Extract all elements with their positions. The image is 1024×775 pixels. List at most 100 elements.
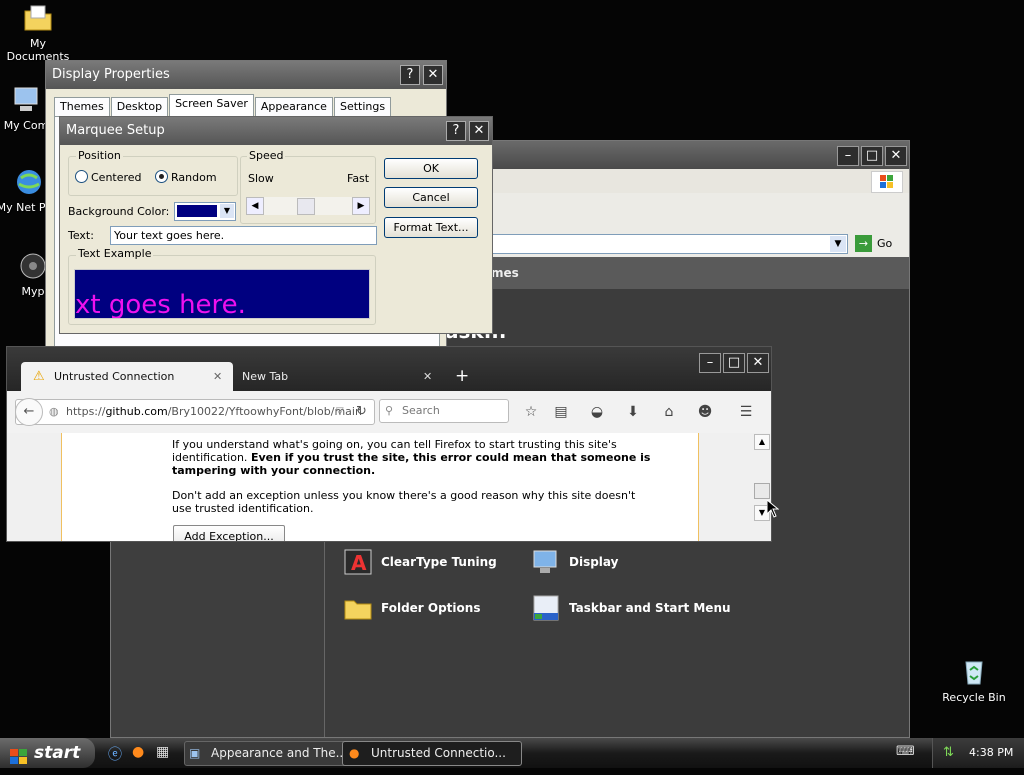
control-panel-item-taskbar[interactable]: Taskbar and Start Menu	[531, 593, 731, 623]
scroll-up-icon[interactable]: ▲	[754, 434, 770, 450]
computer-icon	[10, 84, 42, 116]
control-panel-item-label: Taskbar and Start Menu	[569, 601, 731, 615]
speed-slider[interactable]: ◀ ▶	[246, 197, 370, 215]
category-header-text: mes	[491, 266, 519, 280]
network-globe-icon	[13, 166, 45, 198]
scroll-thumb[interactable]	[754, 483, 770, 499]
centered-label: Centered	[91, 171, 142, 184]
keyboard-icon[interactable]: ⌨	[896, 744, 915, 759]
hello-icon[interactable]: ☻	[696, 403, 714, 421]
close-button[interactable]: ✕	[885, 146, 907, 166]
quicklaunch-media-icon[interactable]: ▦	[156, 744, 169, 760]
desktop-icon-my-documents[interactable]: My Documents	[0, 2, 78, 63]
page-content: If you understand what's going on, you c…	[7, 433, 771, 541]
error-page: If you understand what's going on, you c…	[61, 433, 699, 541]
tab-untrusted-connection[interactable]: ⚠ Untrusted Connection ✕	[21, 362, 233, 391]
recycle-bin-icon	[958, 656, 990, 688]
tab-themes[interactable]: Themes	[54, 97, 110, 118]
add-exception-button[interactable]: Add Exception...	[173, 525, 285, 541]
dropdown-arrow-icon[interactable]: ▽	[336, 400, 344, 424]
system-tray: ⇅ 4:38 PM	[932, 738, 1024, 768]
navigation-bar: ← ◍ https://github.com/Bry10022/Yftoowhy…	[7, 391, 771, 434]
desktop-icon-recycle-bin[interactable]: Recycle Bin	[934, 656, 1014, 704]
search-input[interactable]: ⚲ Search	[379, 399, 509, 423]
text-example-label: Text Example	[76, 247, 154, 260]
download-icon[interactable]: ⬇	[624, 403, 642, 421]
close-tab-icon[interactable]: ✕	[423, 362, 432, 391]
windows-logo-icon	[871, 171, 903, 193]
tab-new-tab[interactable]: New Tab ✕	[237, 362, 437, 391]
display-properties-titlebar[interactable]: Display Properties ? ✕	[46, 61, 446, 89]
warning-icon: ⚠	[33, 369, 45, 384]
bg-color-picker[interactable]: ▼	[174, 202, 236, 221]
clock[interactable]: 4:38 PM	[969, 738, 1013, 768]
centered-radio[interactable]: Centered	[75, 170, 142, 184]
tab-desktop[interactable]: Desktop	[110, 97, 169, 118]
format-text-button[interactable]: Format Text...	[384, 217, 478, 238]
random-radio[interactable]: Random	[155, 170, 217, 184]
tab-label: Untrusted Connection	[54, 370, 175, 383]
chevron-down-icon[interactable]: ▼	[220, 204, 234, 218]
cleartype-icon: A	[343, 547, 373, 577]
new-tab-plus-icon[interactable]: +	[455, 362, 469, 391]
menu-icon[interactable]: ☰	[737, 403, 755, 421]
color-swatch	[177, 205, 217, 217]
url-bar[interactable]: ← ◍ https://github.com/Bry10022/Yftoowhy…	[15, 398, 375, 426]
speed-label: Speed	[247, 149, 286, 162]
control-panel-item-cleartype[interactable]: A ClearType Tuning	[343, 547, 497, 577]
display-icon	[531, 547, 561, 577]
cancel-button[interactable]: Cancel	[384, 187, 478, 208]
fast-label: Fast	[347, 172, 370, 185]
marquee-setup-titlebar[interactable]: Marquee Setup ? ✕	[60, 117, 492, 145]
start-button[interactable]: start	[0, 738, 95, 768]
windows-flag-icon	[10, 745, 28, 775]
bookmark-star-icon[interactable]: ☆	[522, 403, 540, 421]
tab-strip: Themes Desktop Screen Saver Appearance S…	[54, 94, 392, 118]
chevron-down-icon[interactable]: ▼	[830, 236, 846, 252]
vertical-scrollbar[interactable]: ▲ ▼	[753, 433, 770, 541]
tab-screen-saver[interactable]: Screen Saver	[169, 94, 254, 118]
slider-thumb[interactable]	[297, 198, 315, 215]
maximize-button[interactable]: □	[723, 353, 745, 373]
tab-label: New Tab	[242, 370, 289, 383]
url-path: /Bry10022/YftoowhyFont/blob/main	[167, 405, 362, 418]
control-panel-item-folder-options[interactable]: Folder Options	[343, 593, 480, 623]
reload-icon[interactable]: ↻	[356, 400, 367, 424]
taskbar: start ⓔ ● ▦ ▣ Appearance and The... ● Un…	[0, 738, 1024, 768]
start-label: start	[34, 743, 81, 763]
task-label: Appearance and The...	[211, 746, 348, 760]
quicklaunch-firefox-icon[interactable]: ●	[132, 744, 144, 760]
text-label: Text:	[68, 229, 94, 242]
close-button[interactable]: ✕	[747, 353, 769, 373]
minimize-button[interactable]: –	[837, 146, 859, 166]
reading-list-icon[interactable]: ▤	[552, 403, 570, 421]
help-button[interactable]: ?	[400, 65, 420, 85]
go-button[interactable]: → Go	[855, 235, 892, 252]
close-button[interactable]: ✕	[423, 65, 443, 85]
help-button[interactable]: ?	[446, 121, 466, 141]
maximize-button[interactable]: □	[861, 146, 883, 166]
close-button[interactable]: ✕	[469, 121, 489, 141]
scroll-left-icon[interactable]: ◀	[246, 197, 264, 215]
taskbar-button-appearance[interactable]: ▣ Appearance and The...	[184, 741, 358, 766]
tab-appearance[interactable]: Appearance	[254, 97, 333, 118]
minimize-button[interactable]: –	[699, 353, 721, 373]
tab-settings[interactable]: Settings	[333, 97, 392, 118]
marquee-setup-dialog: Marquee Setup ? ✕ Position Centered Rand…	[59, 116, 493, 334]
control-panel-item-label: Folder Options	[381, 601, 481, 615]
control-panel-item-display[interactable]: Display	[531, 547, 618, 577]
pocket-icon[interactable]: ◒	[588, 403, 606, 421]
slow-label: Slow	[248, 172, 274, 185]
ok-button[interactable]: OK	[384, 158, 478, 179]
close-tab-icon[interactable]: ✕	[213, 362, 222, 391]
home-icon[interactable]: ⌂	[660, 403, 678, 421]
radio-indicator	[155, 170, 168, 183]
quicklaunch-ie-icon[interactable]: ⓔ	[108, 744, 122, 764]
scroll-right-icon[interactable]: ▶	[352, 197, 370, 215]
tab-strip: ⚠ Untrusted Connection ✕ New Tab ✕ + – □…	[7, 347, 771, 391]
network-tray-icon[interactable]: ⇅	[943, 738, 954, 768]
marquee-text-input[interactable]: Your text goes here.	[110, 226, 377, 245]
control-panel-item-label: ClearType Tuning	[381, 555, 497, 569]
taskbar-button-firefox[interactable]: ● Untrusted Connectio...	[342, 741, 522, 766]
back-button[interactable]: ←	[15, 398, 43, 426]
